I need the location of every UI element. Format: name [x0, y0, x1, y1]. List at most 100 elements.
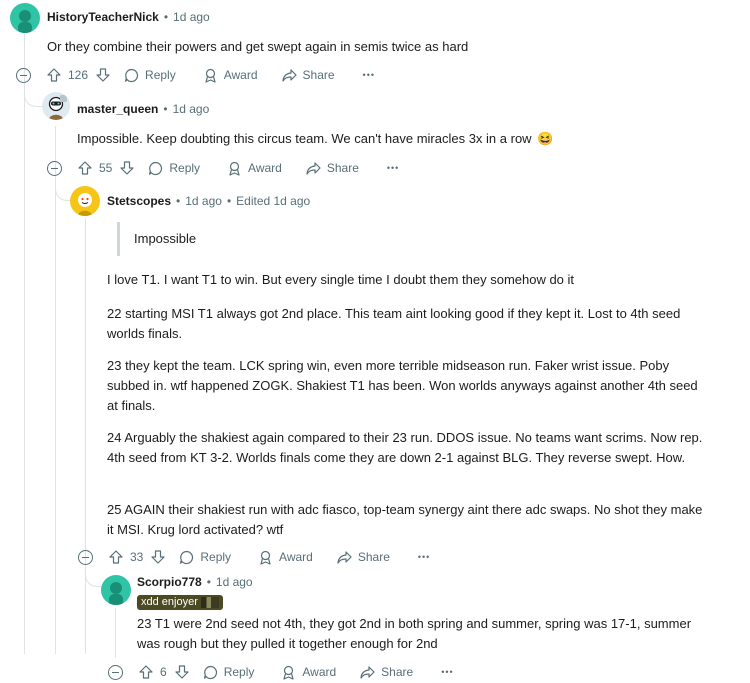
- award-label: Award: [248, 161, 282, 175]
- share-button[interactable]: Share: [337, 550, 390, 565]
- downvote-arrow-icon[interactable]: [120, 161, 134, 175]
- share-button[interactable]: Share: [281, 68, 335, 83]
- thread-line-level2[interactable]: [85, 218, 86, 654]
- avatar[interactable]: [10, 3, 40, 33]
- comment-actions: 33 Reply Award Share •••: [78, 546, 430, 568]
- award-button[interactable]: Award: [281, 665, 336, 680]
- award-button[interactable]: Award: [203, 68, 258, 83]
- user-avatar-icon: [18, 10, 32, 33]
- award-label: Award: [279, 550, 313, 564]
- upvote-arrow-icon[interactable]: [47, 68, 61, 82]
- share-button[interactable]: Share: [306, 161, 359, 176]
- reply-button[interactable]: Reply: [203, 665, 255, 680]
- vote-count: 33: [130, 550, 144, 564]
- share-arrow-icon: [360, 665, 375, 679]
- vote-group: 6: [139, 665, 189, 679]
- meta-separator: •: [206, 575, 211, 589]
- speech-bubble-icon: [149, 161, 163, 175]
- upvote-arrow-icon[interactable]: [139, 665, 153, 679]
- downvote-arrow-icon[interactable]: [96, 68, 110, 82]
- comment-actions: 6 Reply Award Share •••: [108, 661, 454, 683]
- more-options-button[interactable]: •••: [441, 667, 453, 677]
- collapse-button[interactable]: [16, 67, 31, 83]
- collapse-button[interactable]: [47, 160, 62, 176]
- share-label: Share: [381, 665, 414, 679]
- more-options-button[interactable]: •••: [363, 70, 375, 80]
- share-arrow-icon: [337, 550, 352, 564]
- vote-count: 55: [99, 161, 113, 175]
- share-label: Share: [357, 550, 390, 564]
- vote-count: 126: [68, 68, 89, 82]
- award-label: Award: [302, 665, 337, 679]
- meta-separator: •: [163, 102, 168, 116]
- thread-line-level0[interactable]: [24, 34, 25, 654]
- user-avatar-icon: [109, 582, 123, 605]
- reply-label: Reply: [223, 665, 255, 679]
- comment-body: 23 T1 were 2nd seed not 4th, they got 2n…: [137, 616, 692, 651]
- flair-text: xdd enjoyer: [141, 596, 198, 608]
- more-options-button[interactable]: •••: [418, 552, 430, 562]
- vote-group: 126: [47, 68, 110, 82]
- comment-meta: HistoryTeacherNick • 1d ago: [47, 10, 210, 24]
- quote-text: Impossible: [134, 231, 197, 246]
- meta-separator: •: [163, 10, 169, 24]
- comment-paragraph: I love T1. I want T1 to win. But every s…: [107, 272, 575, 287]
- user-avatar-icon: [78, 193, 92, 216]
- timestamp[interactable]: 1d ago: [173, 10, 210, 24]
- share-arrow-icon: [306, 161, 321, 175]
- comment-paragraph: 22 starting MSI T1 always got 2nd place.…: [107, 306, 681, 341]
- collapse-button[interactable]: [78, 549, 93, 565]
- author-name[interactable]: Scorpio778: [137, 575, 202, 589]
- reply-button[interactable]: Reply: [179, 550, 231, 565]
- award-ribbon-icon: [283, 665, 294, 680]
- avatar[interactable]: [70, 186, 100, 216]
- award-ribbon-icon: [205, 68, 216, 83]
- speech-bubble-icon: [180, 550, 194, 564]
- award-button[interactable]: Award: [227, 161, 282, 176]
- reply-label: Reply: [169, 161, 201, 175]
- author-name[interactable]: master_queen: [77, 102, 158, 116]
- comment-actions: 126 Reply Award Share •••: [16, 64, 375, 86]
- more-options-button[interactable]: •••: [387, 163, 399, 173]
- reply-label: Reply: [145, 68, 176, 82]
- thread-line-level1[interactable]: [55, 126, 56, 654]
- author-name[interactable]: Stetscopes: [107, 194, 171, 208]
- reply-button[interactable]: Reply: [148, 161, 200, 176]
- comment-paragraph: 23 they kept the team. LCK spring win, e…: [107, 358, 698, 413]
- award-button[interactable]: Award: [258, 550, 313, 565]
- user-avatar-icon: [48, 95, 67, 120]
- comment-actions: 55 Reply Award Share •••: [47, 157, 399, 179]
- comment-meta: master_queen • 1d ago: [77, 102, 209, 116]
- reply-label: Reply: [200, 550, 232, 564]
- downvote-arrow-icon[interactable]: [175, 665, 189, 679]
- upvote-arrow-icon[interactable]: [109, 550, 123, 564]
- reply-button[interactable]: Reply: [124, 68, 176, 83]
- blockquote: Impossible: [117, 222, 196, 256]
- upvote-arrow-icon[interactable]: [78, 161, 92, 175]
- award-ribbon-icon: [229, 161, 240, 176]
- award-ribbon-icon: [260, 550, 271, 565]
- speech-bubble-icon: [124, 68, 139, 82]
- share-arrow-icon: [281, 68, 297, 82]
- avatar[interactable]: [42, 92, 70, 120]
- comment-paragraph: 25 AGAIN their shakiest run with adc fia…: [107, 502, 703, 537]
- meta-separator: •: [176, 194, 181, 208]
- thread-line-level3[interactable]: [115, 608, 116, 658]
- flair-badge: xdd enjoyer: [137, 595, 223, 610]
- timestamp[interactable]: 1d ago: [173, 102, 210, 116]
- share-label: Share: [326, 161, 359, 175]
- share-button[interactable]: Share: [360, 665, 413, 680]
- edited-label: Edited 1d ago: [236, 194, 311, 208]
- laughing-emoji-icon: 😆: [537, 131, 554, 146]
- downvote-arrow-icon[interactable]: [151, 550, 165, 564]
- award-label: Award: [223, 68, 258, 82]
- comment-paragraph: 24 Arguably the shakiest again compared …: [107, 430, 703, 465]
- collapse-button[interactable]: [108, 664, 123, 680]
- comment-text: Impossible. Keep doubting this circus te…: [77, 131, 532, 146]
- timestamp[interactable]: 1d ago: [185, 194, 222, 208]
- author-name[interactable]: HistoryTeacherNick: [47, 10, 159, 24]
- thread-connector-scorpio: [85, 566, 102, 587]
- timestamp[interactable]: 1d ago: [216, 575, 253, 589]
- flair-emote-icon: [200, 597, 219, 608]
- avatar[interactable]: [101, 575, 131, 605]
